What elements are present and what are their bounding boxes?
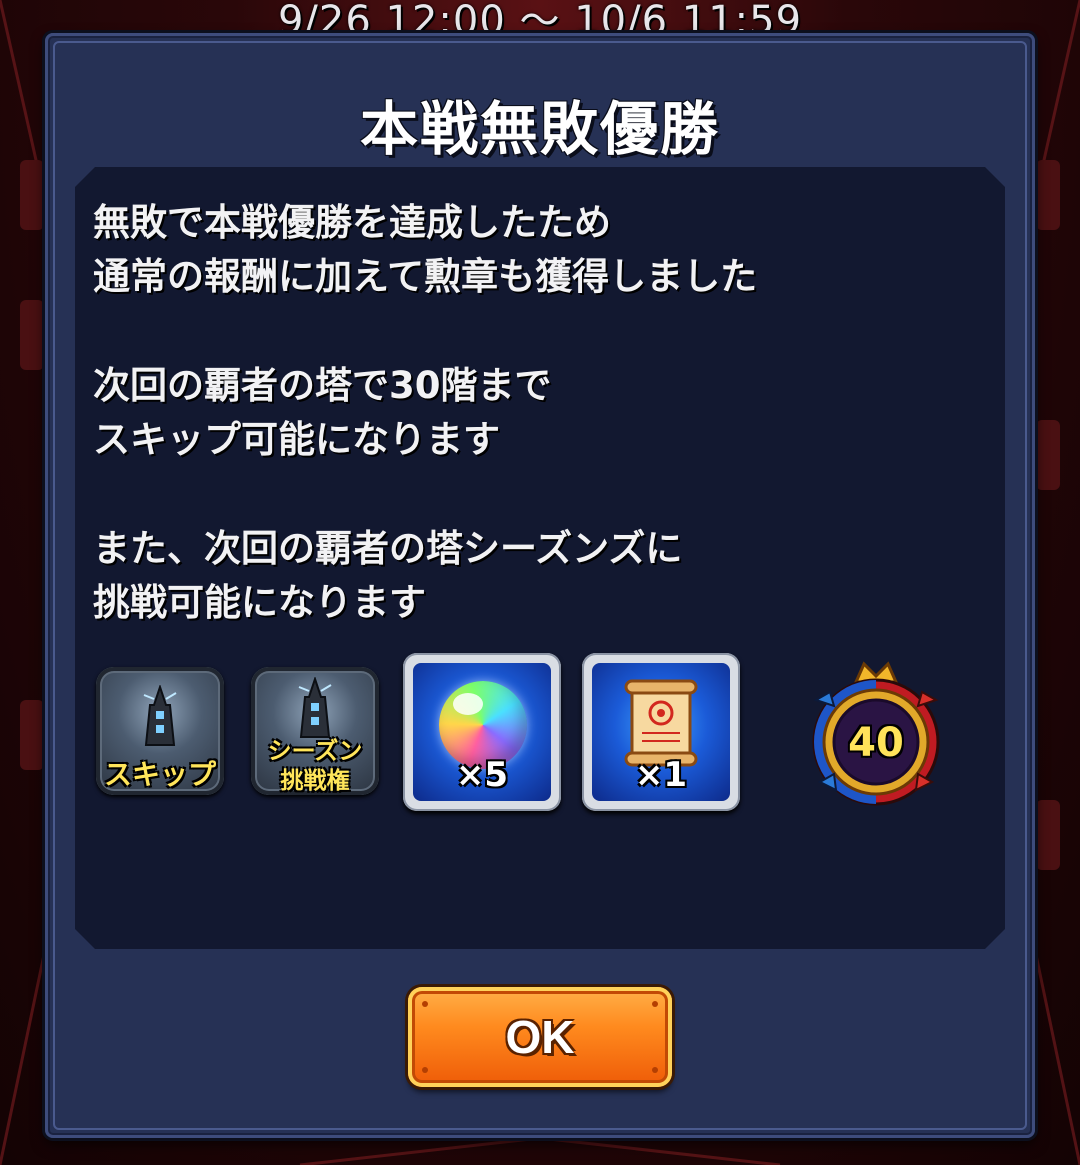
- ok-button-label: OK: [505, 1011, 575, 1063]
- skip-ticket-reward: スキップ: [96, 667, 224, 795]
- tower-skip-icon: [143, 685, 177, 746]
- orb-count: ×5: [455, 755, 509, 795]
- button-rivet: [652, 1001, 658, 1007]
- season-ticket-label-line2: 挑戦権: [280, 768, 350, 794]
- dialog-message: 無敗で本戦優勝を達成したため 通常の報酬に加えて勲章も獲得しました 次回の覇者の…: [93, 196, 973, 630]
- button-rivet: [422, 1001, 428, 1007]
- scroll-count: ×1: [634, 755, 688, 795]
- message-line: スキップ可能になります: [93, 418, 500, 461]
- medal-reward: 40: [808, 660, 944, 808]
- message-line: 無敗で本戦優勝を達成したため: [93, 201, 611, 244]
- season-ticket-reward: シーズン 挑戦権: [251, 667, 379, 795]
- button-rivet: [652, 1067, 658, 1073]
- skip-ticket-label: スキップ: [103, 758, 216, 791]
- orb-reward: ×5: [403, 653, 561, 811]
- scroll-reward-frame: ×1: [592, 663, 730, 801]
- scroll-reward: ×1: [582, 653, 740, 811]
- orb-reward-frame: ×5: [413, 663, 551, 801]
- message-spacer: [93, 467, 973, 522]
- medal-value: 40: [848, 720, 904, 766]
- message-line: 次回の覇者の塔で30階まで: [93, 364, 552, 407]
- button-rivet: [422, 1067, 428, 1073]
- message-line: 挑戦可能になります: [93, 581, 426, 624]
- ok-button[interactable]: OK: [408, 987, 672, 1087]
- message-line: また、次回の覇者の塔シーズンズに: [93, 527, 683, 570]
- dialog-title: 本戦無敗優勝: [359, 95, 720, 163]
- message-line: 通常の報酬に加えて勲章も獲得しました: [93, 255, 758, 298]
- message-spacer: [93, 304, 973, 359]
